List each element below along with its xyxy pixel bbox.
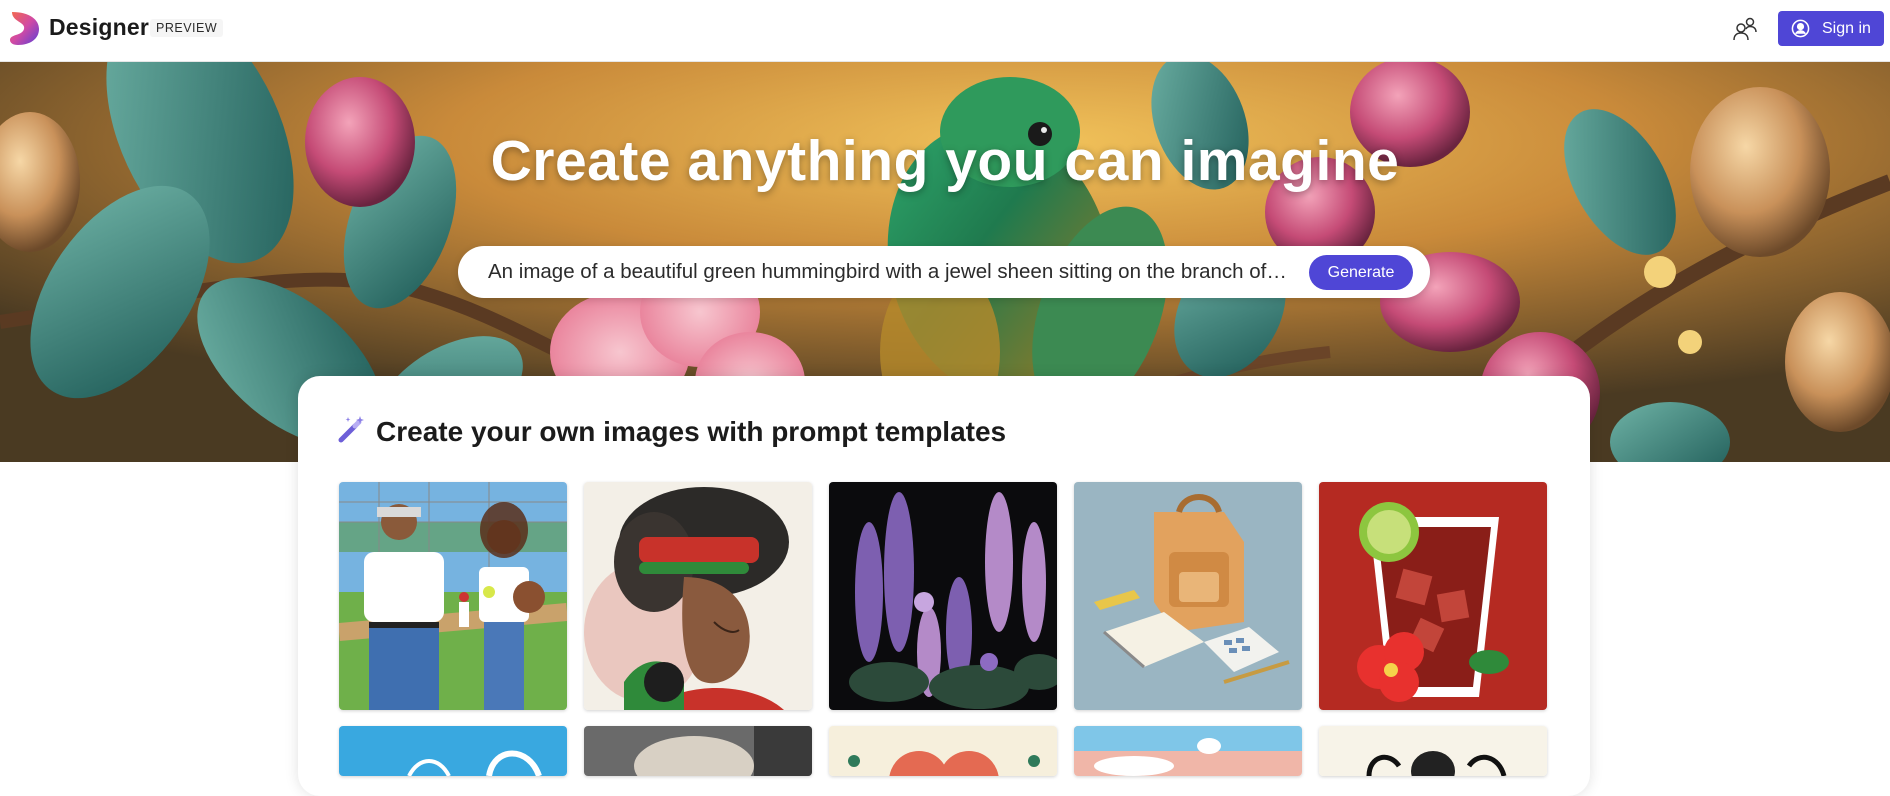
template-tile-5[interactable]	[1319, 482, 1547, 710]
template-tile-7[interactable]	[584, 726, 812, 776]
magic-wand-icon	[338, 416, 364, 443]
template-tile-1[interactable]	[339, 482, 567, 710]
template-image	[339, 482, 567, 710]
section-heading: Create your own images with prompt templ…	[376, 416, 1007, 447]
template-tile-4[interactable]	[1074, 482, 1302, 710]
template-image	[584, 482, 812, 710]
designer-logo-icon[interactable]	[8, 10, 40, 46]
template-tile-9[interactable]	[1074, 726, 1302, 776]
template-image	[829, 726, 1057, 776]
template-tile-6[interactable]	[339, 726, 567, 776]
template-image	[1074, 726, 1302, 776]
prompt-input[interactable]: An image of a beautiful green hummingbir…	[488, 260, 1288, 284]
template-tile-2[interactable]	[584, 482, 812, 710]
hero-title: Create anything you can imagine	[490, 129, 1400, 193]
template-image	[339, 726, 567, 776]
template-image	[1074, 482, 1302, 710]
template-tile-8[interactable]	[829, 726, 1057, 776]
sign-in-button[interactable]: Sign in	[1778, 11, 1884, 46]
template-tile-10[interactable]	[1319, 726, 1547, 776]
prompt-templates-panel: Create your own images with prompt templ…	[298, 376, 1590, 796]
template-image	[584, 726, 812, 776]
brand-name[interactable]: Designer	[49, 14, 149, 41]
user-circle-icon	[1791, 19, 1810, 38]
generate-button[interactable]: Generate	[1309, 255, 1413, 290]
template-tile-3[interactable]	[829, 482, 1057, 710]
preview-badge: PREVIEW	[150, 19, 224, 37]
template-image	[1319, 482, 1547, 710]
top-bar: Designer PREVIEW Sign in	[0, 0, 1890, 62]
prompt-bar: An image of a beautiful green hummingbir…	[458, 246, 1430, 298]
people-icon[interactable]	[1732, 16, 1758, 42]
sign-in-label: Sign in	[1822, 19, 1871, 37]
template-image	[829, 482, 1057, 710]
template-image	[1319, 726, 1547, 776]
